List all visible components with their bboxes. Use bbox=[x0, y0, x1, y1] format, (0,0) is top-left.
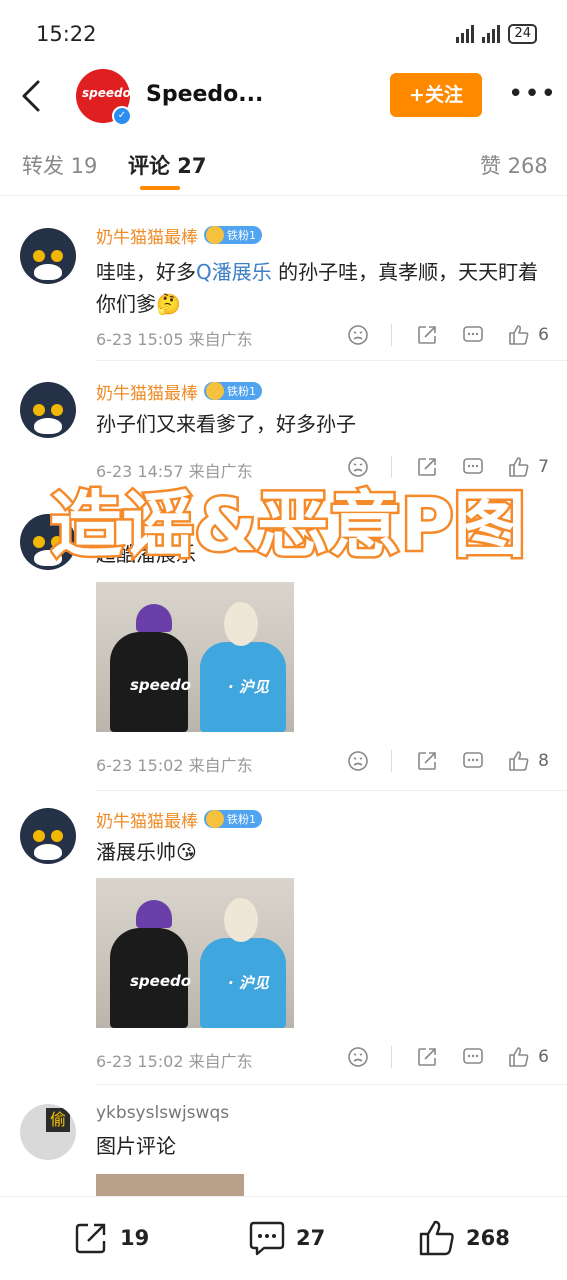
bottom-action-bar: 19 27 268 bbox=[0, 1196, 567, 1280]
verified-icon: ✓ bbox=[112, 106, 132, 126]
avatar-badge-text: 偷 bbox=[46, 1108, 70, 1132]
comment-item: 奶牛猫猫最棒 铁粉1 哇哇，好多Q潘展乐 的孙子哇，真孝顺，天天盯着你们爹🤔 6… bbox=[0, 222, 567, 362]
image-caption: · 沪见 bbox=[228, 678, 269, 696]
fan-badge: 铁粉1 bbox=[204, 226, 262, 244]
fan-badge: 铁粉1 bbox=[204, 382, 262, 400]
comment-actions: 6 bbox=[323, 324, 549, 346]
dislike-face-icon[interactable] bbox=[347, 1046, 369, 1068]
image-brand: speedo bbox=[130, 676, 192, 694]
more-options-icon[interactable]: ••• bbox=[508, 81, 557, 107]
commenter-name[interactable]: ykbsyslswjswqs bbox=[96, 1103, 229, 1123]
action-separator bbox=[391, 324, 393, 346]
brand-name[interactable]: Speedo... bbox=[146, 82, 263, 107]
fan-badge-label: 铁粉1 bbox=[227, 813, 256, 826]
divider bbox=[96, 360, 567, 361]
status-bar: 15:22 24 bbox=[0, 0, 567, 64]
comment-text: 潘展乐帅😘 bbox=[96, 840, 197, 864]
repost-button[interactable]: 19 bbox=[72, 1219, 149, 1257]
swim-cap bbox=[136, 900, 172, 928]
like-icon[interactable] bbox=[508, 750, 530, 772]
comment-text-part: 哇哇，好多 bbox=[96, 260, 196, 284]
fan-face-icon bbox=[206, 382, 224, 400]
reply-icon[interactable] bbox=[462, 1046, 484, 1068]
commenter-name[interactable]: 奶牛猫猫最棒 bbox=[96, 807, 198, 832]
comment-actions: 6 bbox=[323, 1046, 549, 1068]
dislike-face-icon[interactable] bbox=[347, 750, 369, 772]
avatar[interactable] bbox=[20, 808, 76, 864]
like-count-total: 268 bbox=[466, 1226, 510, 1250]
avatar[interactable] bbox=[20, 382, 76, 438]
signal-icon bbox=[482, 25, 501, 43]
like-icon bbox=[419, 1220, 454, 1256]
brand-logo: speedo bbox=[82, 86, 131, 100]
action-separator bbox=[391, 750, 393, 772]
like-count: 6 bbox=[538, 325, 549, 345]
comment-button[interactable]: 27 bbox=[248, 1219, 325, 1257]
tab-likes[interactable]: 赞 268 bbox=[480, 150, 548, 180]
fan-badge: 铁粉1 bbox=[204, 810, 262, 828]
image-caption: · 沪见 bbox=[228, 974, 269, 992]
comment-item: 奶牛猫猫最棒 铁粉1 潘展乐帅😘 speedo · 沪见 6-23 15:02 … bbox=[0, 806, 567, 1086]
post-header: speedo ✓ Speedo... +关注 ••• bbox=[0, 64, 567, 130]
comment-header: 奶牛猫猫最棒 铁粉1 bbox=[96, 378, 262, 404]
mention-link[interactable]: Q潘展乐 bbox=[196, 260, 272, 284]
comment-image[interactable]: speedo · 沪见 bbox=[96, 582, 294, 732]
like-icon[interactable] bbox=[508, 324, 530, 346]
comment-count: 27 bbox=[296, 1226, 326, 1250]
battery-icon: 24 bbox=[508, 24, 537, 44]
image-brand: speedo bbox=[130, 972, 192, 990]
like-button[interactable]: 268 bbox=[418, 1219, 510, 1257]
reply-icon[interactable] bbox=[462, 324, 484, 346]
repost-count: 19 bbox=[120, 1226, 150, 1250]
swimmer-head bbox=[224, 602, 258, 646]
active-tab-indicator bbox=[140, 186, 180, 190]
fan-face-icon bbox=[206, 226, 224, 244]
follow-button[interactable]: +关注 bbox=[390, 73, 482, 117]
like-count: 8 bbox=[538, 751, 549, 771]
back-arrow-icon[interactable] bbox=[18, 76, 48, 116]
fan-badge-label: 铁粉1 bbox=[227, 385, 256, 398]
like-count: 6 bbox=[538, 1047, 549, 1067]
comment-meta: 6-23 15:02 来自广东 bbox=[96, 1052, 253, 1071]
comment-image[interactable]: speedo · 沪见 bbox=[96, 878, 294, 1028]
share-icon[interactable] bbox=[416, 324, 438, 346]
avatar[interactable] bbox=[20, 228, 76, 284]
fan-face-icon bbox=[206, 810, 224, 828]
status-icons: 24 bbox=[456, 24, 537, 44]
share-icon bbox=[75, 1223, 106, 1254]
overlay-text-label: 造谣&恶意P图 bbox=[50, 483, 526, 567]
tab-comments[interactable]: 评论 27 bbox=[128, 150, 207, 180]
tab-repost[interactable]: 转发 19 bbox=[22, 150, 97, 180]
comment-header: ykbsyslswjswqs bbox=[96, 1100, 229, 1126]
comment-text: 图片评论 bbox=[96, 1134, 176, 1158]
overlay-warning-text: 造谣&恶意P图 bbox=[50, 481, 528, 570]
tab-bar: 转发 19 评论 27 赞 268 bbox=[0, 130, 567, 196]
comment-header: 奶牛猫猫最棒 铁粉1 bbox=[96, 222, 262, 248]
comment-meta: 6-23 15:05 来自广东 bbox=[96, 330, 253, 349]
share-icon[interactable] bbox=[416, 750, 438, 772]
comment-meta: 6-23 15:02 来自广东 bbox=[96, 756, 253, 775]
divider bbox=[96, 790, 567, 791]
comment-icon bbox=[249, 1221, 285, 1256]
comment-image[interactable] bbox=[96, 1174, 244, 1196]
comment-item: 偷 ykbsyslswjswqs 图片评论 bbox=[0, 1100, 567, 1196]
swim-cap bbox=[136, 604, 172, 632]
action-separator bbox=[391, 1046, 393, 1068]
comment-text: 孙子们又来看爹了，好多孙子 bbox=[96, 412, 356, 436]
commenter-name[interactable]: 奶牛猫猫最棒 bbox=[96, 379, 198, 404]
comment-text: 哇哇，好多Q潘展乐 的孙子哇，真孝顺，天天盯着你们爹🤔 bbox=[96, 256, 551, 320]
reply-icon[interactable] bbox=[462, 750, 484, 772]
swimmer-head bbox=[224, 898, 258, 942]
comment-actions: 8 bbox=[323, 750, 549, 772]
comment-header: 奶牛猫猫最棒 铁粉1 bbox=[96, 806, 262, 832]
dislike-face-icon[interactable] bbox=[347, 324, 369, 346]
signal-icon bbox=[456, 25, 475, 43]
divider bbox=[96, 1084, 567, 1085]
commenter-name[interactable]: 奶牛猫猫最棒 bbox=[96, 223, 198, 248]
like-icon[interactable] bbox=[508, 1046, 530, 1068]
avatar[interactable]: 偷 bbox=[20, 1104, 76, 1160]
status-time: 15:22 bbox=[36, 22, 97, 46]
fan-badge-label: 铁粉1 bbox=[227, 229, 256, 242]
share-icon[interactable] bbox=[416, 1046, 438, 1068]
